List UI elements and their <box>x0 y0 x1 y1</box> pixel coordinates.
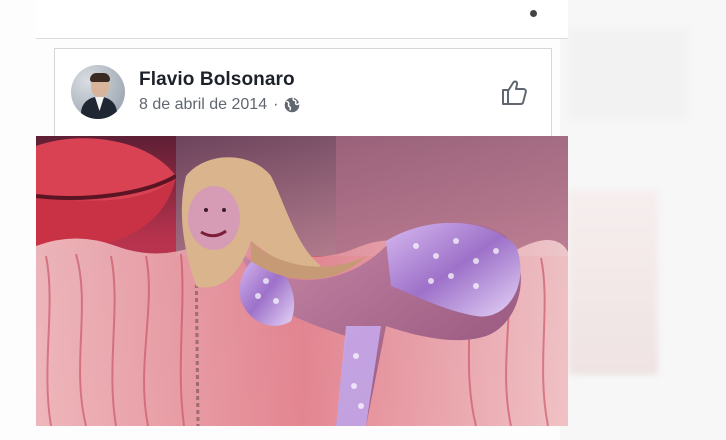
post-photo[interactable] <box>36 136 568 426</box>
post-date[interactable]: 8 de abril de 2014 <box>139 96 267 114</box>
meta-separator: · <box>273 96 279 113</box>
top-post-strip <box>36 0 568 39</box>
post-card: Flavio Bolsonaro 8 de abril de 2014 · <box>54 48 552 139</box>
like-icon[interactable] <box>499 77 531 109</box>
background-ghost-image <box>568 190 658 375</box>
background-ghost-block <box>568 30 688 120</box>
avatar-hair <box>90 73 110 82</box>
menu-dot-icon[interactable] <box>530 10 537 17</box>
globe-icon <box>284 97 300 113</box>
author-name[interactable]: Flavio Bolsonaro <box>139 69 295 91</box>
background-blurred-page <box>560 0 726 440</box>
avatar[interactable] <box>71 65 125 119</box>
post-meta: 8 de abril de 2014 · <box>139 96 300 114</box>
post-photo-image <box>36 136 568 426</box>
